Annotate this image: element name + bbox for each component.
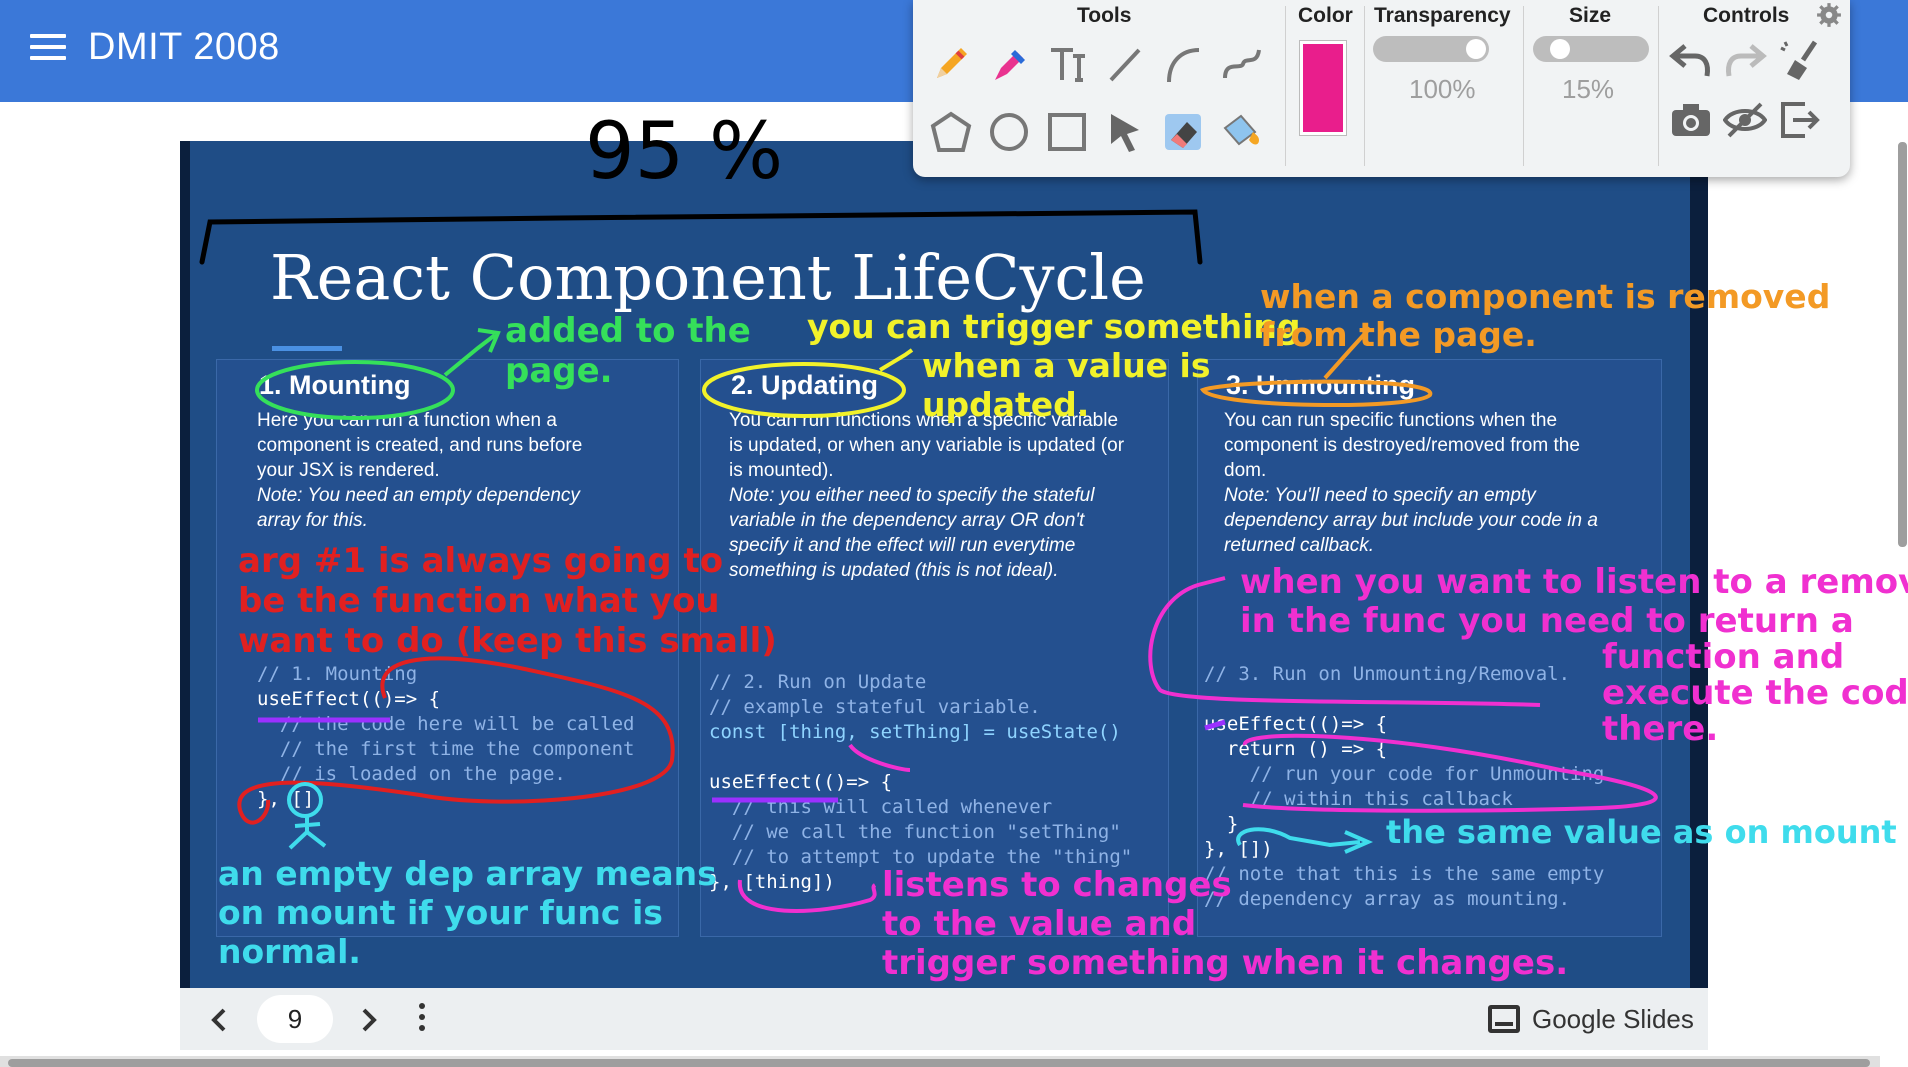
card-updating: 2. Updating You can run functions when a… (700, 359, 1169, 937)
highlighter-icon[interactable] (983, 38, 1035, 90)
slides-bottom-bar: 9 Google Slides (180, 988, 1708, 1050)
card-unmounting: 3. Unmounting You can run specific funct… (1197, 359, 1662, 937)
google-slides-label[interactable]: Google Slides (1532, 1004, 1694, 1035)
color-swatch[interactable] (1299, 40, 1347, 136)
more-options-icon[interactable] (416, 1000, 428, 1038)
transparency-value: 100% (1409, 74, 1476, 104)
color-header: Color (1298, 4, 1353, 27)
text-icon[interactable] (1041, 38, 1093, 90)
rectangle-icon[interactable] (1041, 106, 1093, 158)
circle-icon[interactable] (983, 106, 1035, 158)
pointer-icon[interactable] (1099, 106, 1151, 158)
code-block: // 2. Run on Update // example stateful … (709, 671, 1133, 893)
card-heading: 3. Unmounting (1226, 370, 1415, 400)
pen-icon[interactable] (925, 38, 977, 90)
card-heading: 1. Mounting (259, 370, 411, 400)
card-note: Note: you either need to specify the sta… (729, 485, 1095, 581)
card-description: You can run functions when a specific va… (729, 410, 1125, 481)
gear-icon[interactable] (1812, 0, 1846, 30)
size-value: 15% (1562, 74, 1615, 104)
slide: React Component LifeCycle 1. Mounting He… (190, 141, 1690, 988)
arc-icon[interactable] (1157, 38, 1209, 90)
transparency-header: Transparency (1374, 4, 1511, 27)
vertical-scroll-thumb[interactable] (1898, 142, 1907, 547)
curve-icon[interactable] (1215, 38, 1267, 90)
hide-icon[interactable] (1719, 94, 1771, 146)
slider-knob[interactable] (1549, 39, 1570, 59)
horizontal-scroll-thumb[interactable] (8, 1059, 1870, 1067)
card-note: Note: You'll need to specify an empty de… (1224, 485, 1598, 556)
divider (1364, 6, 1365, 166)
divider (1285, 6, 1286, 166)
google-slides-icon (1488, 1005, 1520, 1033)
clear-icon[interactable] (1773, 34, 1825, 86)
code-block: // 3. Run on Unmounting/Removal. useEffe… (1204, 663, 1605, 910)
eraser-icon[interactable] (1157, 106, 1209, 158)
line-icon[interactable] (1099, 38, 1151, 90)
slider-knob[interactable] (1466, 39, 1486, 59)
redo-icon[interactable] (1719, 34, 1771, 86)
next-slide-button[interactable] (350, 1002, 386, 1038)
controls-header: Controls (1703, 4, 1790, 27)
card-description: You can run specific functions when the … (1224, 410, 1580, 481)
hamburger-menu-icon[interactable] (30, 34, 66, 60)
exit-icon[interactable] (1773, 94, 1825, 146)
page-number[interactable]: 9 (257, 995, 333, 1043)
divider (1658, 6, 1659, 166)
slide-title: React Component LifeCycle (270, 241, 1146, 314)
undo-icon[interactable] (1665, 34, 1717, 86)
tools-header: Tools (1077, 4, 1132, 27)
chevron-left-icon (211, 1008, 226, 1032)
app-title: DMIT 2008 (88, 26, 280, 68)
card-note: Note: You need an empty dependency array… (257, 485, 580, 531)
card-mounting: 1. Mounting Here you can run a function … (216, 359, 679, 937)
camera-icon[interactable] (1665, 94, 1717, 146)
polygon-icon[interactable] (925, 106, 977, 158)
card-heading: 2. Updating (731, 370, 878, 400)
previous-slide-button[interactable] (202, 1002, 238, 1038)
code-block: // 1. Mounting useEffect(()=> { // the c… (257, 663, 635, 810)
size-slider[interactable] (1533, 36, 1649, 62)
transparency-slider[interactable] (1373, 36, 1489, 62)
size-header: Size (1569, 4, 1612, 27)
card-description: Here you can run a function when a compo… (257, 410, 583, 481)
annotation-toolbar: Tools Color Transparency Size Controls 1… (913, 0, 1850, 177)
title-underline (272, 346, 342, 351)
chevron-right-icon (362, 1008, 377, 1032)
fill-icon[interactable] (1215, 106, 1267, 158)
divider (1523, 6, 1524, 166)
